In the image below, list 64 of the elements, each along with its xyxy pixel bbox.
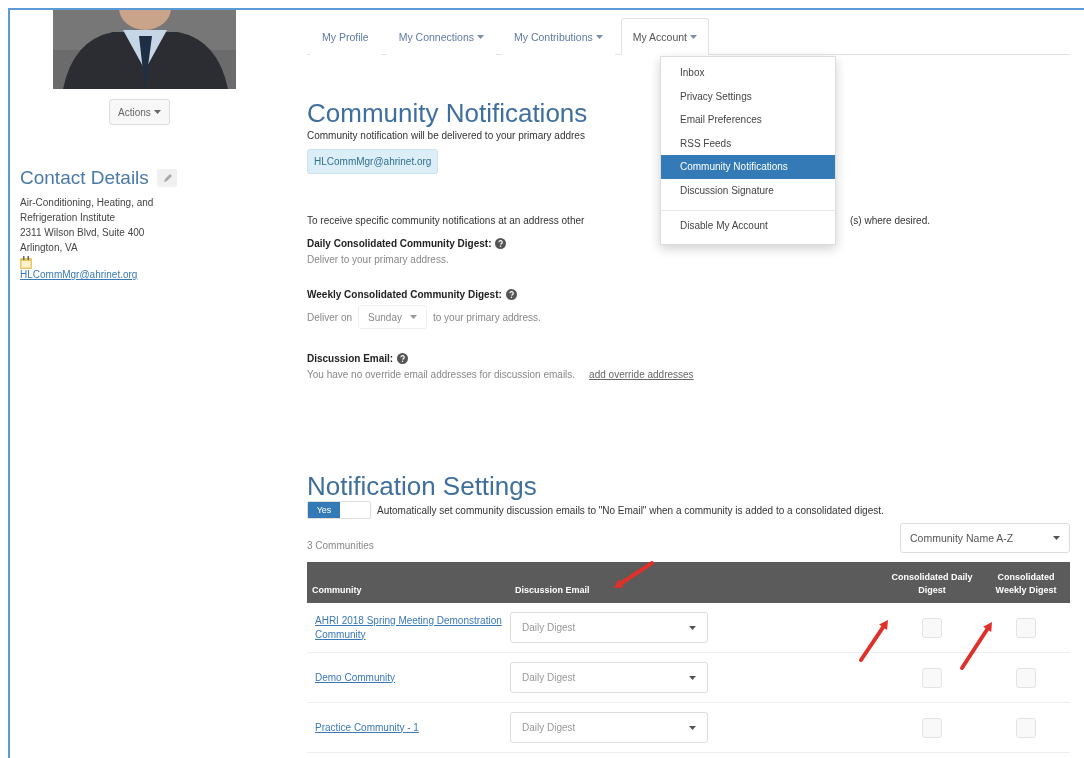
community-link[interactable]: AHRI 2018 Spring Meeting Demonstration Community (307, 613, 510, 642)
weekly-checkbox[interactable] (1016, 617, 1036, 638)
menu-item[interactable]: RSS Feeds (661, 131, 835, 155)
caret-icon (409, 315, 417, 319)
caret-icon (153, 110, 161, 114)
column-header: Discussion Email (514, 584, 591, 597)
daily-checkbox[interactable] (922, 667, 942, 688)
menu-item[interactable]: Privacy Settings (661, 84, 835, 108)
nav-tab[interactable]: My Account (620, 18, 710, 55)
help-icon[interactable] (495, 238, 507, 249)
address-line: Arlington, VA (20, 241, 79, 255)
page-title: Community Notifications (307, 98, 588, 128)
address-line: Air-Conditioning, Heating, and (20, 196, 155, 210)
toggle-switch[interactable]: Yes (307, 501, 371, 519)
section-title: Notification Settings (307, 471, 537, 501)
address-line: Refrigeration Institute (20, 211, 117, 225)
community-link[interactable]: Demo Community (307, 670, 510, 685)
discussion-email-select[interactable]: Daily Digest (510, 712, 708, 743)
caret-icon (689, 675, 696, 680)
address-line: 2311 Wilson Blvd, Suite 400 (20, 226, 146, 240)
info-text: (s) where desired. (849, 215, 930, 226)
annotation-arrow (962, 622, 992, 668)
column-header: Community (311, 584, 363, 597)
community-count: 3 Communities (307, 540, 374, 551)
annotation-arrow (614, 563, 652, 588)
column-header: Consolidated Weekly Digest (994, 571, 1058, 597)
subtitle: Community notification will be delivered to your primary addres (307, 130, 585, 141)
weekly-checkbox[interactable] (1016, 667, 1036, 688)
setting-title: Daily Consolidated Community Digest: (307, 238, 492, 249)
calendar-icon[interactable] (20, 256, 32, 269)
menu-item[interactable]: Discussion Signature (661, 178, 835, 202)
setting-title: Discussion Email: (307, 353, 394, 364)
setting-title: Weekly Consolidated Community Digest: (307, 289, 502, 300)
daily-checkbox[interactable] (922, 717, 942, 738)
help-icon[interactable] (397, 353, 409, 364)
community-link[interactable]: Practice Community - 1 (307, 720, 510, 735)
caret-icon (1053, 536, 1060, 540)
setting-text: You have no override email addresses for discussion emails. (307, 369, 576, 380)
actions-button[interactable]: Actions (109, 99, 170, 125)
sort-select[interactable]: Community Name A-Z (900, 523, 1070, 553)
info-text: To receive specific community notifications at an address other (307, 215, 585, 226)
menu-item[interactable]: Community Notifications (661, 155, 835, 179)
weekly-checkbox[interactable] (1016, 717, 1036, 738)
discussion-email-select[interactable]: Daily Digest (510, 612, 708, 643)
toggle-label: Automatically set community discussion emails to "No Email" when a community is added to a consolidated digest. (377, 504, 884, 516)
email-link[interactable]: HLCommMgr@ahrinet.org (20, 269, 138, 280)
caret-icon (689, 625, 696, 630)
section-title: Contact Details (20, 167, 149, 189)
menu-item[interactable]: Disable My Account (661, 210, 835, 240)
setting-text: Deliver on (307, 311, 353, 323)
column-header: Consolidated Daily Digest (890, 571, 974, 597)
annotation-arrow (861, 620, 888, 660)
override-link[interactable]: add override addresses (589, 369, 694, 380)
setting-text: to your primary address. (432, 311, 541, 323)
help-icon[interactable] (505, 289, 517, 300)
caret-icon (689, 725, 696, 730)
email-chip: HLCommMgr@ahrinet.org (307, 149, 439, 174)
pencil-icon[interactable] (156, 169, 177, 187)
discussion-email-select[interactable]: Daily Digest (510, 662, 708, 693)
daily-checkbox[interactable] (922, 617, 942, 638)
menu-item[interactable]: Email Preferences (661, 108, 835, 132)
setting-text: Deliver to your primary address. (307, 254, 449, 265)
menu-item[interactable]: Inbox (661, 61, 835, 85)
day-select[interactable]: Sunday (358, 305, 427, 329)
